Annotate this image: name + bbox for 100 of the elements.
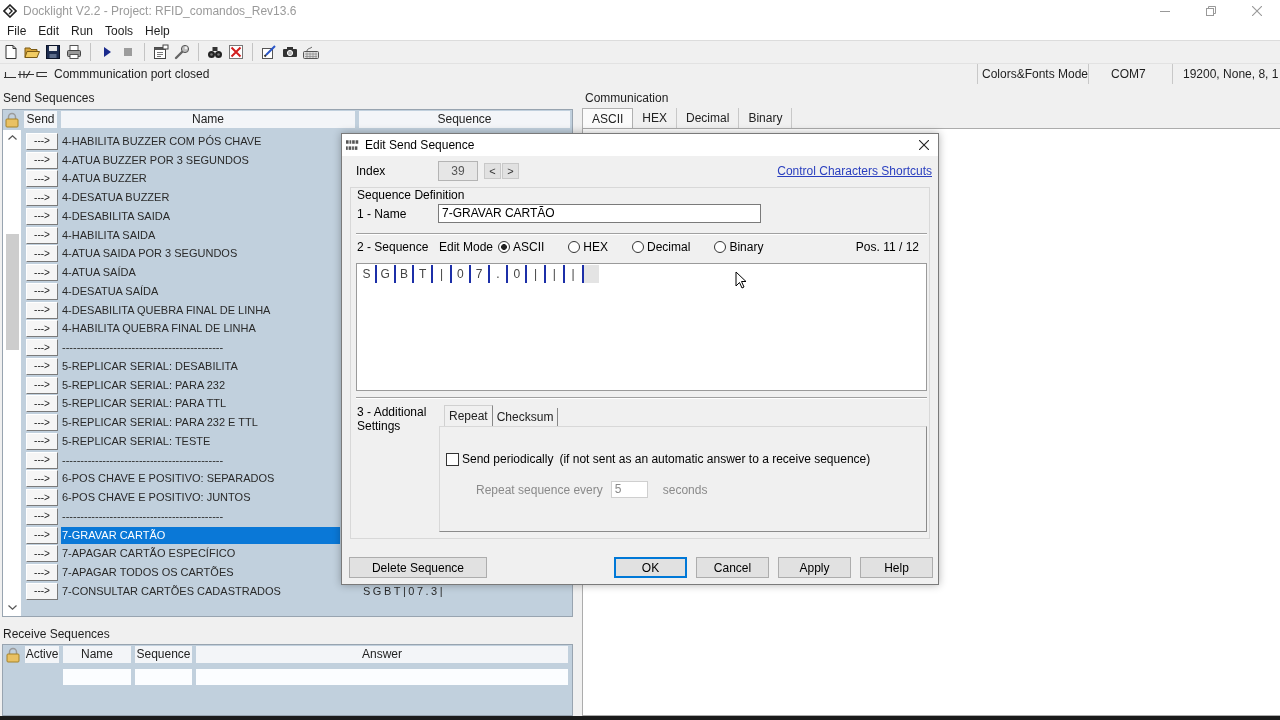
column-header[interactable]: Name [61, 111, 355, 128]
send-button[interactable]: ---> [26, 301, 58, 319]
camera-icon[interactable] [282, 44, 298, 60]
column-header[interactable]: Sequence [135, 646, 192, 663]
dialog-button[interactable]: Help [860, 557, 933, 578]
shortcuts-link[interactable]: Control Characters Shortcuts [777, 164, 932, 178]
sequence-name[interactable]: 5-REPLICAR SERIAL: PARA 232 [61, 376, 227, 394]
index-field[interactable]: 39 [438, 161, 478, 181]
minimize-icon[interactable] [1160, 10, 1170, 12]
sequence-name[interactable]: 5-REPLICAR SERIAL: TESTE [61, 432, 212, 450]
sequence-name[interactable]: 7-APAGAR TODOS OS CARTÕES [61, 564, 235, 582]
send-button[interactable]: ---> [26, 432, 58, 450]
dialog-button[interactable]: Cancel [696, 557, 769, 578]
sequence-name[interactable]: 5-REPLICAR SERIAL: PARA 232 E TTL [61, 414, 259, 432]
sequence-name[interactable]: 7-CONSULTAR CARTÕES CADASTRADOS [61, 582, 282, 600]
new-file-icon[interactable] [3, 44, 19, 60]
send-button[interactable]: ---> [26, 507, 58, 525]
mode-radio[interactable]: Decimal [632, 240, 715, 254]
sequence-name[interactable]: -------------------------------------------- [61, 451, 225, 469]
sequence-name[interactable]: 5-REPLICAR SERIAL: DESABILITA [61, 357, 239, 375]
sequence-editor[interactable]: S G B T | 0 7 . 0 | | | [356, 263, 927, 391]
send-button[interactable]: ---> [26, 357, 58, 375]
binoculars-icon[interactable] [207, 44, 223, 60]
send-button[interactable]: ---> [26, 207, 58, 225]
send-button[interactable]: ---> [26, 451, 58, 469]
name-field[interactable]: 7-GRAVAR CARTÃO [438, 204, 761, 223]
send-button[interactable]: ---> [26, 282, 58, 300]
menu-item[interactable]: Run [65, 22, 100, 40]
scrollbar-thumb[interactable] [5, 234, 19, 350]
sequence-name[interactable]: 4-DESABILITA SAIDA [61, 207, 171, 225]
pencil-icon[interactable] [261, 44, 277, 60]
column-header[interactable]: Send [24, 111, 57, 128]
delete-button[interactable]: Delete Sequence [349, 557, 487, 578]
menu-item[interactable]: Edit [32, 22, 66, 40]
keyboard-icon[interactable] [303, 44, 319, 60]
tab[interactable]: Checksum [492, 408, 559, 426]
nav-button[interactable]: < [484, 163, 501, 179]
menu-item[interactable]: Tools [99, 22, 140, 40]
tab[interactable]: Repeat [444, 405, 493, 426]
send-button[interactable]: ---> [26, 489, 58, 507]
printer-icon[interactable] [66, 44, 82, 60]
scrollbar[interactable] [3, 130, 21, 616]
send-button[interactable]: ---> [26, 470, 58, 488]
sequence-name[interactable]: 7-APAGAR CARTÃO ESPECÍFICO [61, 545, 237, 563]
send-button[interactable]: ---> [26, 151, 58, 169]
send-periodically-checkbox[interactable]: Send periodically [446, 452, 554, 466]
nav-button[interactable]: > [502, 163, 519, 179]
radio-icon[interactable] [714, 241, 727, 253]
sequence-name[interactable]: 4-DESATUA BUZZER [61, 189, 171, 207]
checkbox-icon[interactable] [446, 452, 459, 466]
sequence-name[interactable]: 4-HABILITA BUZZER COM PÓS CHAVE [61, 132, 263, 150]
cross-icon[interactable] [228, 44, 244, 60]
restore-icon[interactable] [1206, 6, 1216, 16]
sequence-name[interactable]: 5-REPLICAR SERIAL: PARA TTL [61, 395, 228, 413]
sequence-name[interactable]: 6-POS CHAVE E POSITIVO: JUNTOS [61, 489, 252, 507]
sequence-name[interactable]: -------------------------------------------- [61, 339, 225, 357]
column-header[interactable]: Answer [196, 646, 568, 663]
dialog-button[interactable]: OK [614, 557, 687, 578]
send-button[interactable]: ---> [26, 545, 58, 563]
send-button[interactable]: ---> [26, 226, 58, 244]
send-button[interactable]: ---> [26, 414, 58, 432]
menu-item[interactable]: File [1, 22, 33, 40]
empty-cell[interactable] [196, 669, 568, 685]
sequence-name[interactable]: 4-HABILITA SAIDA [61, 226, 157, 244]
dialog-button[interactable]: Apply [778, 557, 851, 578]
send-button[interactable]: ---> [26, 245, 58, 263]
sequence-name[interactable]: 4-DESABILITA QUEBRA FINAL DE LINHA [61, 301, 272, 319]
wrench-icon[interactable] [174, 44, 190, 60]
scroll-up-icon[interactable] [7, 135, 17, 140]
scroll-down-icon[interactable] [7, 605, 17, 610]
sequence-name[interactable]: 4-DESATUA SAÍDA [61, 282, 160, 300]
mode-radio[interactable]: Binary [714, 240, 788, 254]
close-icon[interactable] [919, 140, 929, 150]
sequence-name[interactable]: 4-ATUA SAÍDA [61, 264, 137, 282]
send-button[interactable]: ---> [26, 339, 58, 357]
sequence-name[interactable]: 4-HABILITA QUEBRA FINAL DE LINHA [61, 320, 257, 338]
radio-icon[interactable] [568, 241, 581, 253]
column-header[interactable]: Active [25, 646, 59, 663]
tab[interactable]: ASCII [582, 108, 634, 128]
sequence-name[interactable]: 4-ATUA BUZZER POR 3 SEGUNDOS [61, 151, 250, 169]
window-icon[interactable] [153, 44, 169, 60]
column-header[interactable]: Sequence [359, 111, 570, 128]
send-button[interactable]: ---> [26, 170, 58, 188]
send-button[interactable]: ---> [26, 320, 58, 338]
mode-radio[interactable]: ASCII [498, 240, 569, 254]
sequence-name[interactable]: 6-POS CHAVE E POSITIVO: SEPARADOS [61, 470, 276, 488]
sequence-name[interactable]: 4-ATUA SAIDA POR 3 SEGUNDOS [61, 245, 239, 263]
mode-radio[interactable]: HEX [568, 240, 633, 254]
radio-icon[interactable] [498, 241, 510, 253]
send-button[interactable]: ---> [26, 376, 58, 394]
send-button[interactable]: ---> [26, 526, 58, 544]
folder-icon[interactable] [24, 44, 40, 60]
send-button[interactable]: ---> [26, 395, 58, 413]
send-button[interactable]: ---> [26, 564, 58, 582]
sequence-name[interactable]: -------------------------------------------- [61, 507, 225, 525]
send-button[interactable]: ---> [26, 264, 58, 282]
send-button[interactable]: ---> [26, 189, 58, 207]
sequence-name[interactable]: 4-ATUA BUZZER [61, 170, 148, 188]
column-header[interactable]: Name [63, 646, 131, 663]
sequence-name[interactable]: 7-GRAVAR CARTÃO [61, 526, 340, 544]
